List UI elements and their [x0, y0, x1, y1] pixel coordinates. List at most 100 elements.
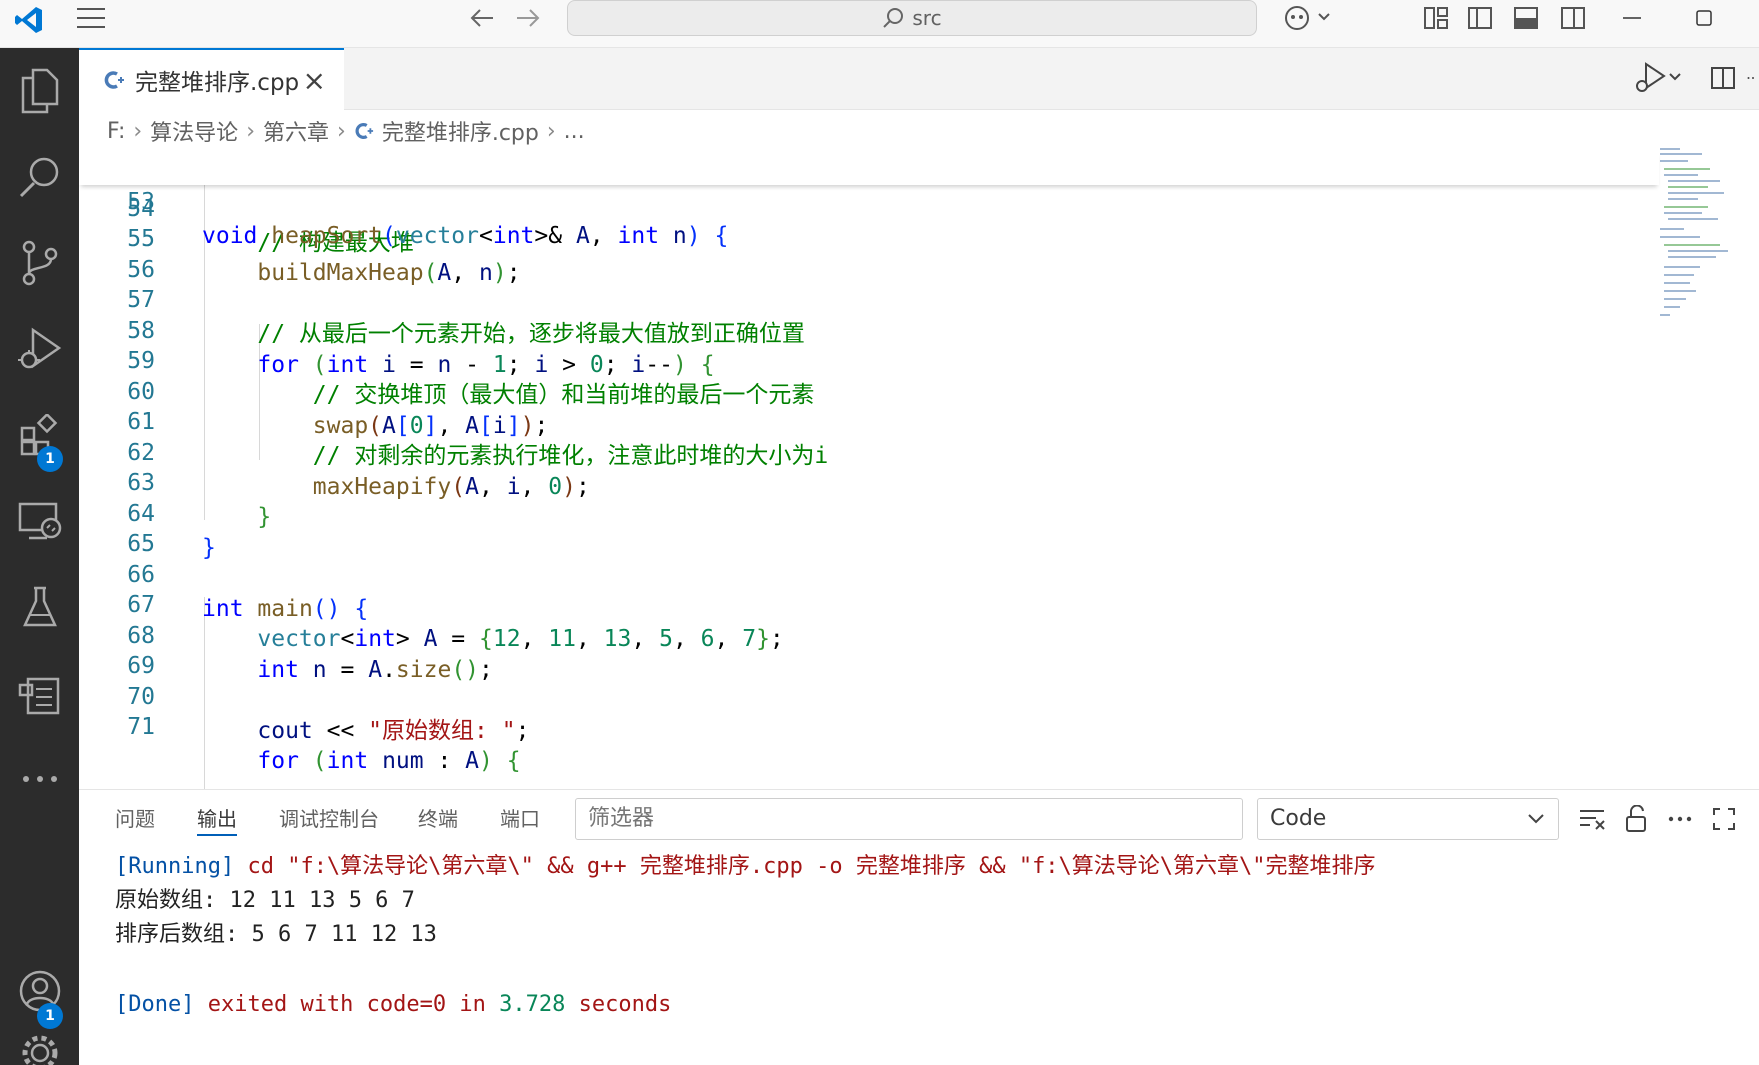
toggle-primary-sidebar-icon[interactable] — [1462, 2, 1498, 34]
filter-input[interactable]: 筛选器 — [575, 798, 1243, 840]
breadcrumb-more[interactable]: ... — [564, 119, 585, 144]
testing-icon[interactable] — [0, 564, 79, 650]
minimap-line — [1664, 282, 1690, 284]
run-debug-icon[interactable] — [0, 306, 79, 392]
minimap-line — [1668, 198, 1698, 200]
code-line: 66 int main() { — [79, 524, 1659, 622]
editor-tab-bar: 完整堆排序.cpp × — [79, 48, 1759, 110]
code-line: 61 // 对剩余的元素执行堆化，注意此时堆的大小为i — [79, 371, 1659, 469]
chevron-right-icon: › — [246, 118, 255, 144]
search-icon — [883, 8, 904, 28]
code-line: 62 maxHeapify(A, i, 0); — [79, 402, 1659, 500]
extensions-icon[interactable]: 1 — [0, 392, 79, 478]
remote-explorer-icon[interactable] — [0, 478, 79, 564]
output-line-original: 原始数组: 12 11 13 5 6 7 — [115, 888, 415, 913]
menu-icon[interactable] — [70, 2, 112, 34]
customize-layout-icon[interactable] — [1418, 2, 1454, 34]
more-actions-icon[interactable] — [1661, 800, 1699, 838]
code-editor[interactable]: 53 void heapSort(vector<int>& A, int n) … — [79, 151, 1759, 789]
activity-bar: 1 1 — [0, 48, 79, 1065]
search-icon[interactable] — [0, 134, 79, 220]
minimap-line — [1664, 298, 1686, 300]
code-line: 70 cout << "原始数组: "; — [79, 646, 1659, 744]
minimap-line — [1660, 228, 1684, 230]
minimap-line — [1668, 218, 1718, 220]
forward-arrow-icon[interactable] — [510, 2, 546, 34]
tab-active-file[interactable]: 完整堆排序.cpp × — [79, 48, 344, 110]
accounts-icon[interactable]: 1 — [0, 948, 79, 1034]
minimap-line — [1664, 306, 1680, 308]
tab-debug-console[interactable]: 调试控制台 — [279, 802, 379, 836]
more-actions-icon[interactable] — [1747, 58, 1759, 98]
code-line: 71 for (int num : A) { — [79, 676, 1659, 774]
split-editor-icon[interactable] — [1703, 58, 1743, 98]
explorer-icon[interactable] — [0, 48, 79, 134]
minimap-line — [1664, 244, 1720, 246]
code-line: 68 int n = A.size(); — [79, 585, 1659, 683]
back-arrow-icon[interactable] — [464, 2, 500, 34]
minimap-line — [1668, 256, 1716, 258]
output-channel-select[interactable]: Code — [1257, 798, 1559, 840]
code-line: 63 } — [79, 432, 1659, 530]
settings-gear-icon[interactable] — [0, 1033, 79, 1065]
output-line-done: [Done] exited with code=0 in 3.728 secon… — [115, 992, 672, 1017]
minimap[interactable] — [1660, 148, 1735, 323]
tab-terminal[interactable]: 终端 — [418, 802, 458, 836]
accounts-badge: 1 — [37, 1003, 63, 1029]
tab-label: 完整堆排序.cpp — [135, 70, 300, 96]
copilot-icon[interactable] — [1278, 2, 1336, 34]
clipboard-icon[interactable] — [0, 650, 79, 736]
breadcrumb-folder-algorithms[interactable]: 算法导论 — [150, 115, 238, 147]
extensions-badge: 1 — [37, 446, 63, 472]
run-debug-file-icon[interactable] — [1627, 58, 1689, 98]
clear-output-icon[interactable] — [1573, 800, 1611, 838]
breadcrumb-file[interactable]: 完整堆排序.cpp — [382, 115, 539, 147]
code-line: 60 swap(A[0], A[i]); — [79, 341, 1659, 439]
chevron-down-icon — [1528, 814, 1544, 824]
breadcrumb-drive[interactable]: F: — [107, 119, 125, 144]
breadcrumb: F: › 算法导论 › 第六章 › 完整堆排序.cpp › ... — [79, 111, 1679, 151]
close-icon[interactable]: × — [303, 64, 326, 97]
breadcrumb-folder-chapter6[interactable]: 第六章 — [263, 115, 329, 147]
minimap-line — [1668, 192, 1724, 194]
panel-tabs: 问题 输出 调试控制台 终端 端口 筛选器 Code — [79, 790, 1759, 844]
chevron-right-icon: › — [337, 118, 346, 144]
minimap-line — [1668, 250, 1728, 252]
tab-output[interactable]: 输出 — [197, 802, 237, 836]
maximize-panel-icon[interactable] — [1705, 800, 1743, 838]
output-channel-value: Code — [1270, 806, 1327, 831]
minimap-line — [1664, 168, 1710, 170]
minimap-line — [1664, 290, 1696, 292]
chevron-right-icon: › — [546, 118, 556, 144]
output-line-sorted: 排序后数组: 5 6 7 11 12 13 — [115, 922, 437, 947]
maximize-icon[interactable] — [1684, 2, 1724, 34]
toggle-secondary-sidebar-icon[interactable] — [1555, 2, 1591, 34]
bottom-panel: 问题 输出 调试控制台 终端 端口 筛选器 Code [Running] cd … — [79, 789, 1759, 1065]
title-bar: src — [0, 0, 1759, 48]
chevron-right-icon: › — [133, 118, 143, 144]
tab-problems[interactable]: 问题 — [115, 802, 155, 836]
minimap-line — [1664, 206, 1708, 208]
minimap-line — [1660, 236, 1700, 238]
minimize-icon[interactable] — [1612, 2, 1652, 34]
output-line-running: [Running] cd "f:\算法导论\第六章\" && g++ 完整堆排序… — [115, 854, 1376, 879]
code-line: 65 — [79, 493, 1659, 557]
search-text: src — [912, 6, 942, 30]
more-icon[interactable] — [0, 736, 79, 822]
minimap-line — [1668, 186, 1708, 188]
sticky-scroll-line[interactable]: 53 void heapSort(vector<int>& A, int n) … — [79, 151, 1659, 249]
minimap-line — [1660, 153, 1702, 155]
vscode-logo-icon[interactable] — [8, 2, 50, 38]
command-center-search[interactable]: src — [567, 0, 1257, 36]
line-number: 53 — [127, 189, 155, 215]
source-control-icon[interactable] — [0, 220, 79, 306]
unlock-icon[interactable] — [1617, 800, 1655, 838]
code-line: 59 // 交换堆顶（最大值）和当前堆的最后一个元素 — [79, 310, 1659, 408]
code-line: 53 void heapSort(vector<int>& A, int n) … — [79, 151, 1659, 249]
cpp-file-icon — [104, 71, 124, 89]
tab-ports[interactable]: 端口 — [500, 802, 540, 836]
minimap-line — [1664, 174, 1698, 176]
minimap-line — [1660, 148, 1680, 150]
code-line: 55 buildMaxHeap(A, n); — [79, 188, 1659, 286]
toggle-panel-icon[interactable] — [1508, 2, 1544, 34]
